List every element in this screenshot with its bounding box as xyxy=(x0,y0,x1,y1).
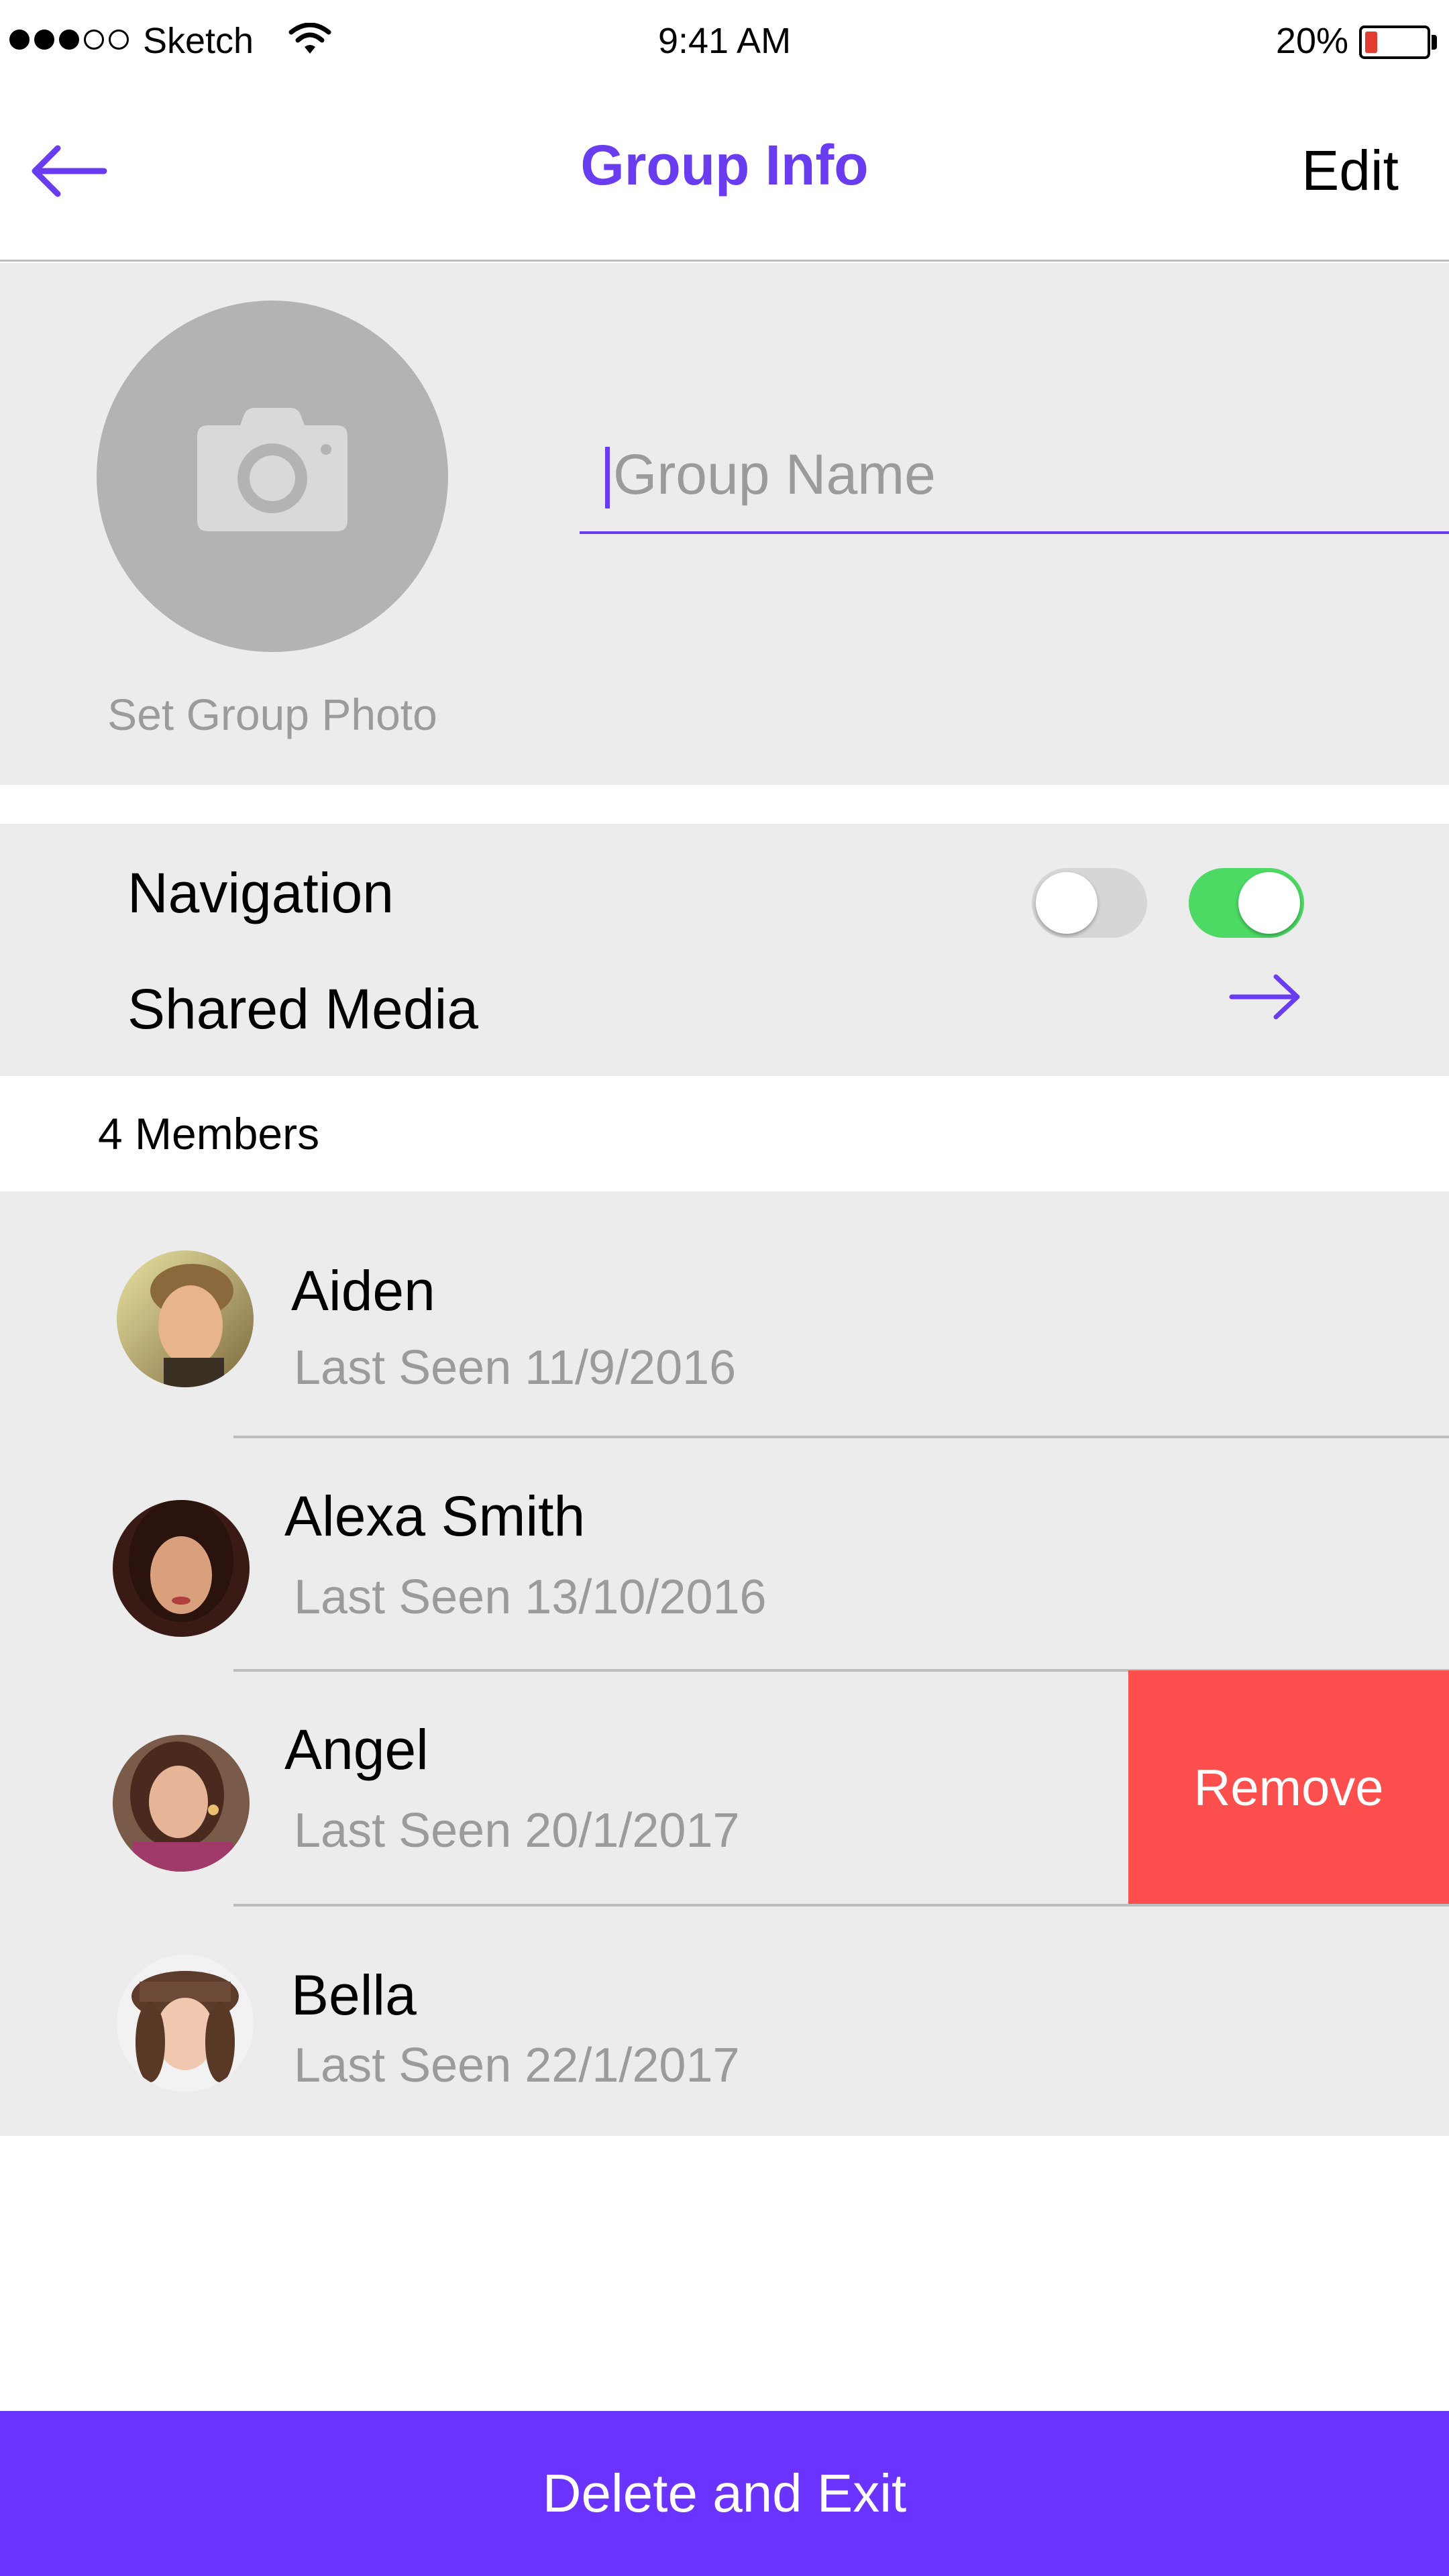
remove-member-button[interactable]: Remove xyxy=(1128,1670,1449,1905)
toggle-off[interactable] xyxy=(1032,868,1147,938)
arrow-right-icon[interactable] xyxy=(1228,971,1303,1022)
group-name-input[interactable] xyxy=(613,437,1418,511)
avatar xyxy=(113,1735,250,1872)
member-name: Angel xyxy=(284,1718,429,1781)
member-last-seen: Last Seen 22/1/2017 xyxy=(294,2039,740,2092)
clock: 9:41 AM xyxy=(657,21,792,61)
navigation-label: Navigation xyxy=(127,861,394,924)
status-bar: Sketch 9:41 AM 20% xyxy=(0,0,1449,87)
battery-tip xyxy=(1432,35,1437,50)
member-last-seen: Last Seen 13/10/2016 xyxy=(294,1570,767,1624)
page-title: Group Info xyxy=(580,133,869,197)
member-row-bella[interactable]: Bella Last Seen 22/1/2017 xyxy=(0,1908,1449,2143)
battery-icon xyxy=(1359,25,1430,59)
member-row-aiden[interactable]: Aiden Last Seen 11/9/2016 xyxy=(0,1191,1449,1426)
battery-percent: 20% xyxy=(1275,21,1348,61)
delete-and-exit-button[interactable]: Delete and Exit xyxy=(0,2411,1449,2576)
avatar xyxy=(113,1500,250,1637)
member-name: Alexa Smith xyxy=(284,1485,586,1548)
text-caret xyxy=(605,447,610,508)
row-divider xyxy=(233,1904,1449,1907)
avatar xyxy=(117,1955,254,2092)
battery-level xyxy=(1365,32,1377,53)
group-header: Set Group Photo xyxy=(0,263,1449,785)
set-group-photo-button[interactable] xyxy=(97,301,448,652)
member-last-seen: Last Seen 11/9/2016 xyxy=(294,1341,737,1395)
shared-media-label[interactable]: Shared Media xyxy=(127,977,478,1042)
edit-button[interactable]: Edit xyxy=(1301,138,1399,203)
member-row-alexa-smith[interactable]: Alexa Smith Last Seen 13/10/2016 xyxy=(0,1440,1449,1674)
avatar xyxy=(117,1250,254,1387)
members-count: 4 Members xyxy=(98,1109,320,1159)
member-row-angel[interactable]: Angel Last Seen 20/1/2017 xyxy=(0,1673,1128,1908)
member-name: Bella xyxy=(291,1964,417,2027)
member-name: Aiden xyxy=(291,1259,435,1322)
navigation-bar: Group Info Edit xyxy=(0,87,1449,262)
member-last-seen: Last Seen 20/1/2017 xyxy=(294,1804,740,1858)
row-divider xyxy=(233,1436,1449,1438)
settings-section: Navigation Shared Media xyxy=(0,824,1449,1076)
camera-icon xyxy=(197,408,347,531)
set-group-photo-label: Set Group Photo xyxy=(107,690,437,739)
navigation-toggle[interactable] xyxy=(1189,868,1304,938)
group-info-screen: Sketch 9:41 AM 20% Group Info Edit Set G… xyxy=(0,0,1449,2576)
group-name-field[interactable] xyxy=(580,411,1449,534)
